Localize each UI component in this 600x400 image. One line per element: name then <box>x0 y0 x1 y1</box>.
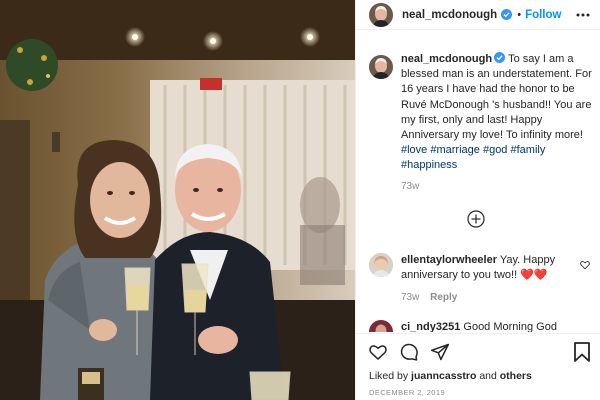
reply-button[interactable]: Reply <box>430 292 457 303</box>
author-username[interactable]: neal_mcdonough <box>402 9 497 21</box>
comment-bubble-icon[interactable] <box>399 342 419 362</box>
caption-body: To say I am a blessed man is an understa… <box>401 53 592 142</box>
more-options-icon[interactable] <box>575 8 591 22</box>
caption-avatar[interactable] <box>369 55 393 79</box>
hashtag-god[interactable]: #god <box>483 144 507 156</box>
post-side-panel: neal_mcdonough • Follow neal_mcdonough To… <box>355 0 600 400</box>
liked-by-and: and <box>479 370 497 382</box>
couple-photo-image <box>0 0 355 400</box>
comment-like-heart-icon[interactable] <box>580 260 590 270</box>
commenter-avatar[interactable] <box>369 253 393 277</box>
commenter-avatar[interactable] <box>369 320 393 332</box>
comment-body: Good Morning God <box>463 321 557 332</box>
instagram-post: neal_mcdonough • Follow neal_mcdonough To… <box>0 0 600 400</box>
liked-by-text: Liked by juanncasstro and others <box>369 370 532 382</box>
comment-item: ellentaylorwheeler Yay. Happy anniversar… <box>369 253 594 283</box>
liked-by-prefix: Liked by <box>369 370 409 382</box>
comment-item-partial: ci_ndy3251 Good Morning God <box>356 318 600 332</box>
post-date[interactable]: DECEMBER 2, 2019 <box>369 388 445 397</box>
paper-plane-icon[interactable] <box>430 342 450 362</box>
caption-timestamp[interactable]: 73w <box>401 181 419 192</box>
post-caption: neal_mcdonough To say I am a blessed man … <box>369 52 594 174</box>
verified-badge-icon <box>494 52 506 63</box>
bookmark-icon[interactable] <box>573 342 591 362</box>
liked-by-user[interactable]: juanncasstro <box>411 370 476 382</box>
commenter-username[interactable]: ellentaylorwheeler <box>401 254 497 266</box>
heart-icon[interactable] <box>368 342 388 362</box>
heart-emoji: ❤️❤️ <box>520 269 548 281</box>
comment-timestamp[interactable]: 73w <box>401 292 419 303</box>
hashtag-marriage[interactable]: #marriage <box>430 144 480 156</box>
comment-text: ci_ndy3251 Good Morning God <box>401 320 581 332</box>
caption-text-block: neal_mcdonough To say I am a blessed man … <box>401 52 594 174</box>
hashtag-family[interactable]: #family <box>511 144 546 156</box>
comment-meta: 73w Reply <box>401 292 457 303</box>
hashtag-happiness[interactable]: #happiness <box>401 159 457 171</box>
hashtag-love[interactable]: #love <box>401 144 427 156</box>
post-header: neal_mcdonough • Follow <box>356 0 600 30</box>
comment-item: ci_ndy3251 Good Morning God <box>369 320 594 332</box>
separator-dot: • <box>517 8 522 21</box>
author-avatar[interactable] <box>369 2 393 27</box>
plus-circle-icon[interactable] <box>467 210 485 228</box>
follow-button[interactable]: Follow <box>525 9 561 21</box>
verified-badge-icon <box>501 9 513 20</box>
commenter-username[interactable]: ci_ndy3251 <box>401 321 460 332</box>
liked-by-others[interactable]: others <box>500 370 532 382</box>
comment-text: ellentaylorwheeler Yay. Happy anniversar… <box>401 253 581 283</box>
post-photo[interactable] <box>0 0 355 400</box>
post-actions: Liked by juanncasstro and others DECEMBE… <box>356 333 600 400</box>
caption-username[interactable]: neal_mcdonough <box>401 53 492 65</box>
action-icons-row <box>368 342 450 362</box>
